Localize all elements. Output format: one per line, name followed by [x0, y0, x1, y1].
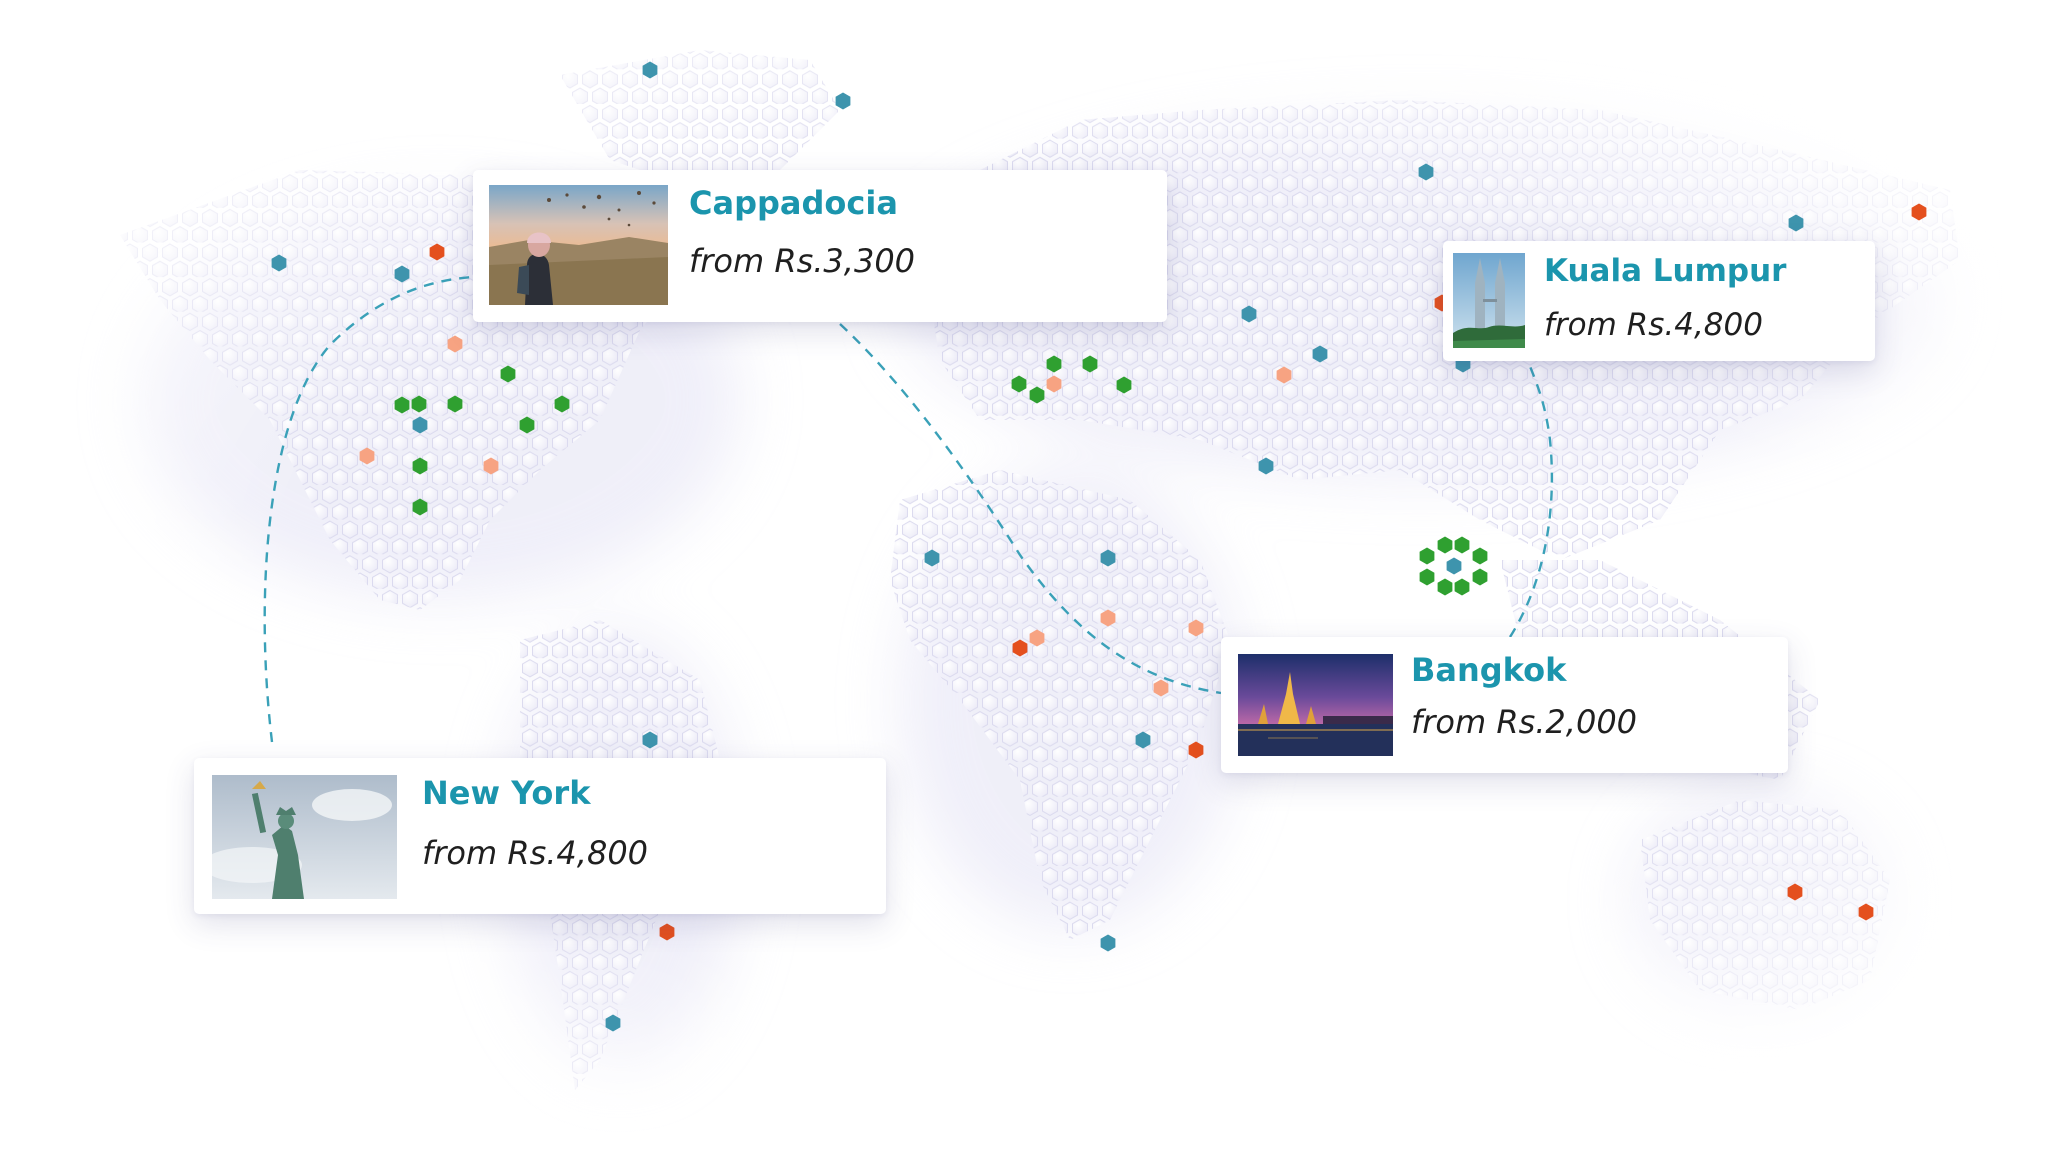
bangkok-photo: [1238, 654, 1393, 756]
cappadocia-photo: [489, 185, 668, 305]
destination-price: from Rs.2,000: [1411, 703, 1638, 741]
destination-city: New York: [422, 774, 591, 812]
new-york-photo: [212, 775, 397, 899]
destination-card-kuala-lumpur[interactable]: Kuala Lumpur from Rs.4,800: [1443, 241, 1875, 361]
destination-city: Bangkok: [1411, 651, 1567, 689]
destination-city: Kuala Lumpur: [1544, 253, 1787, 289]
destination-card-new-york[interactable]: New York from Rs.4,800: [194, 758, 886, 914]
destination-price: from Rs.4,800: [1544, 307, 1763, 343]
destination-card-cappadocia[interactable]: Cappadocia from Rs.3,300: [473, 170, 1167, 322]
destination-city: Cappadocia: [689, 184, 898, 222]
kuala-lumpur-photo: [1453, 253, 1525, 348]
destination-card-bangkok[interactable]: Bangkok from Rs.2,000: [1221, 637, 1788, 773]
destination-price: from Rs.4,800: [422, 834, 649, 872]
destination-price: from Rs.3,300: [689, 242, 916, 280]
